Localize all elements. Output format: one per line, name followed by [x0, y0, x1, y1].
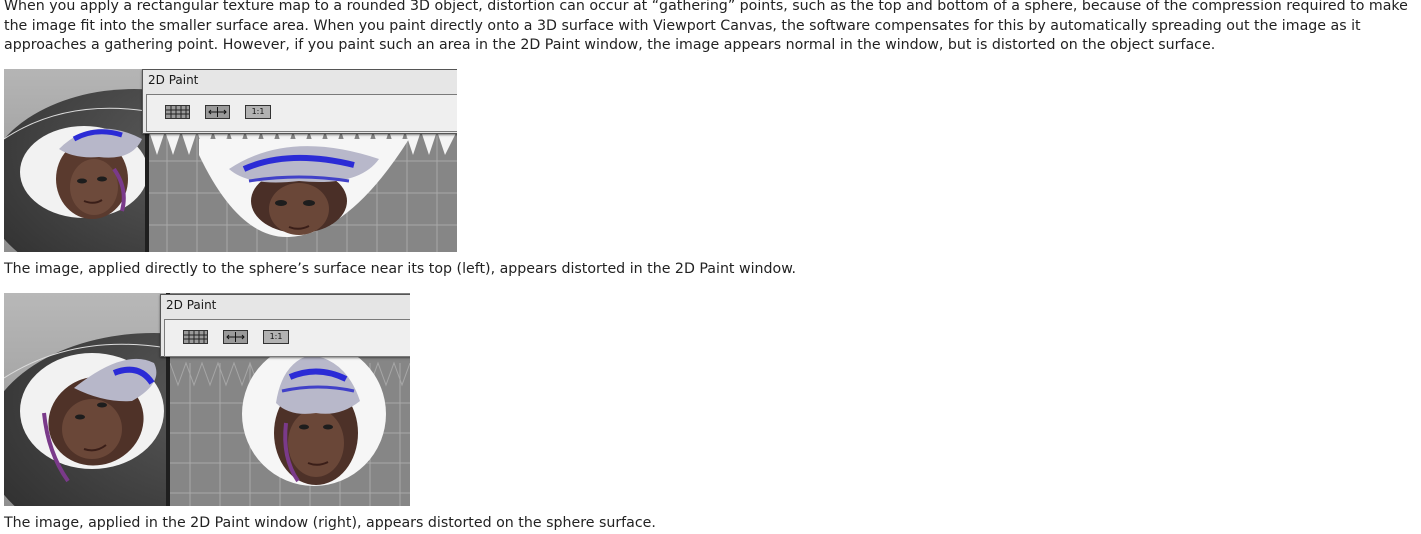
- actual-size-button[interactable]: 1:1: [263, 330, 289, 344]
- fit-arrows-icon[interactable]: [223, 330, 248, 344]
- paint-window-title: 2D Paint: [166, 298, 217, 312]
- intro-paragraph: When you apply a rectangular texture map…: [4, 0, 1408, 53]
- paint-toolbar: 1:1: [164, 319, 410, 357]
- grid-icon[interactable]: [183, 330, 208, 344]
- figure-2-screenshot: 2D Paint 1:1: [4, 293, 410, 506]
- figure-2-caption: The image, applied in the 2D Paint windo…: [4, 515, 656, 531]
- paint-window[interactable]: 2D Paint 1:1: [160, 294, 410, 357]
- actual-size-label: 1:1: [251, 107, 265, 116]
- viewport-3d: [4, 69, 146, 252]
- figure-1-screenshot: 2D Paint 1:1: [4, 69, 457, 252]
- fit-arrows-icon[interactable]: [205, 105, 230, 119]
- actual-size-label: 1:1: [269, 332, 283, 341]
- paint-window-title: 2D Paint: [148, 73, 199, 87]
- sphere-render: [4, 293, 167, 506]
- paint-window[interactable]: 2D Paint 1:1: [142, 69, 457, 134]
- actual-size-button[interactable]: 1:1: [245, 105, 271, 119]
- sphere-render: [4, 69, 146, 252]
- figure-1-caption: The image, applied directly to the spher…: [4, 261, 797, 277]
- viewport-3d: [4, 293, 167, 506]
- grid-icon[interactable]: [165, 105, 190, 119]
- paint-toolbar: 1:1: [146, 94, 457, 132]
